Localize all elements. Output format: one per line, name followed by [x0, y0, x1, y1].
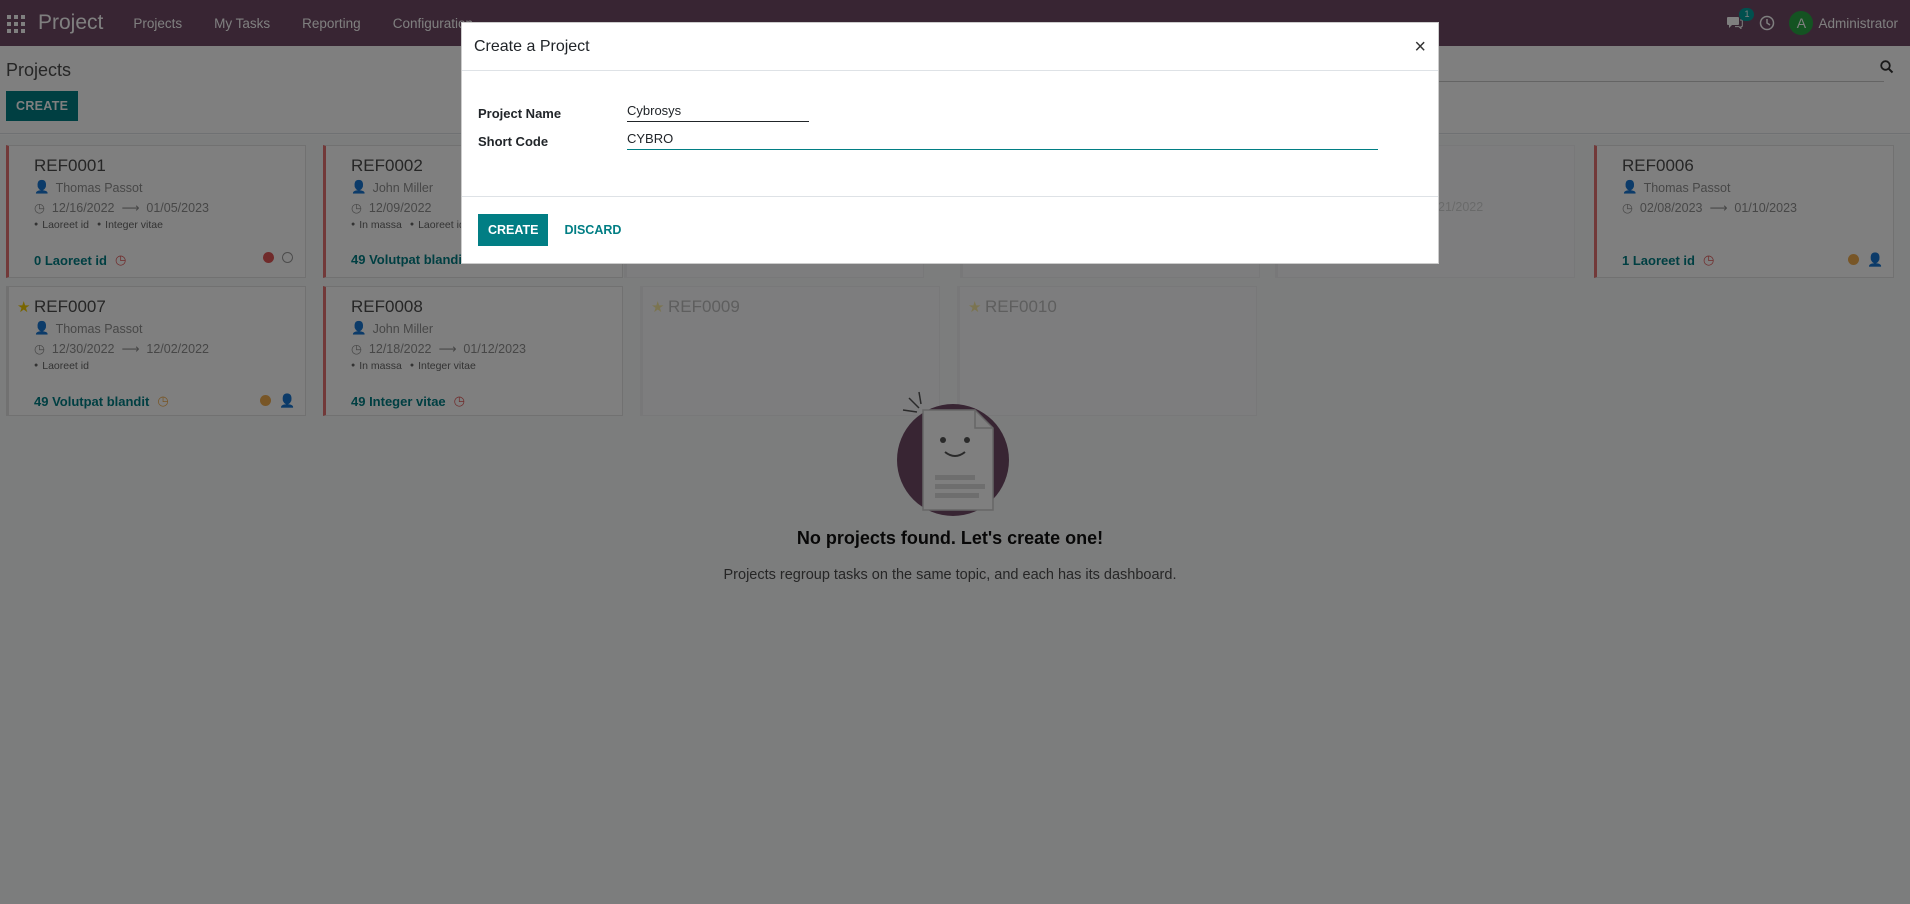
short-code-input[interactable]	[627, 128, 1378, 150]
dialog-footer: CREATE DISCARD	[462, 197, 1438, 263]
discard-button[interactable]: DISCARD	[564, 223, 621, 237]
close-icon[interactable]: ×	[1414, 37, 1426, 57]
create-button[interactable]: CREATE	[478, 214, 549, 246]
project-name-label: Project Name	[478, 106, 562, 121]
create-project-dialog: Create a Project × Project Name Short Co…	[461, 22, 1439, 264]
dialog-header: Create a Project ×	[462, 23, 1438, 71]
short-code-label: Short Code	[478, 134, 549, 149]
dialog-title: Create a Project	[474, 37, 590, 55]
dialog-body: Project Name Short Code	[462, 71, 1438, 197]
project-name-input[interactable]	[627, 100, 809, 122]
